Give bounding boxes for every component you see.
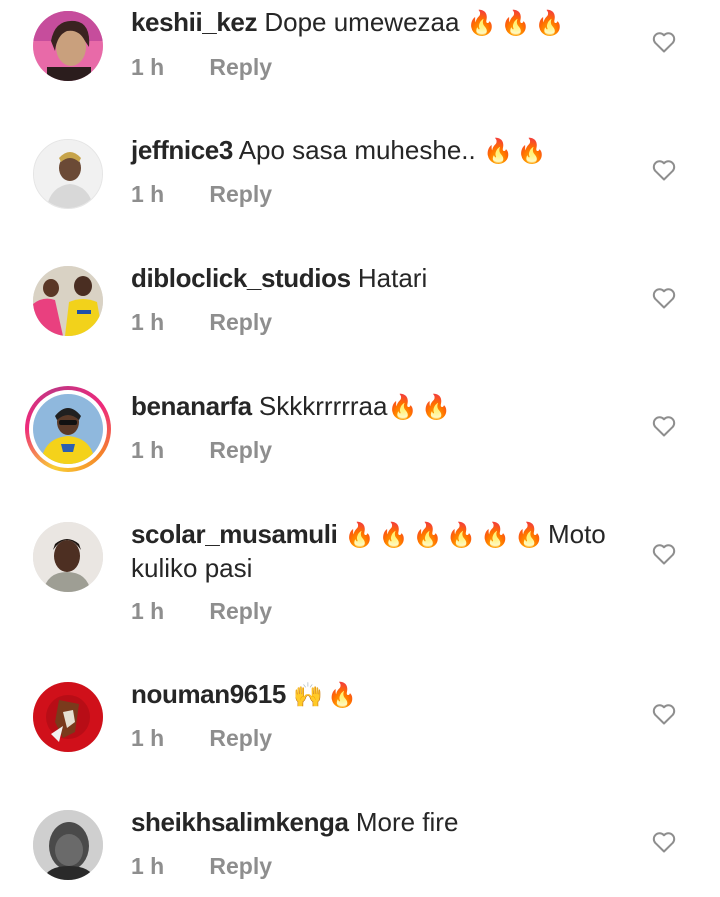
comment-meta: 1 h Reply (131, 181, 272, 208)
reply-button[interactable]: Reply (209, 598, 272, 624)
comment-username[interactable]: sheikhsalimkenga (131, 807, 349, 837)
comment-body: Hatari (357, 263, 428, 293)
fire-emoji: 🔥🔥🔥🔥🔥🔥 (344, 522, 548, 549)
comment-meta: 1 h Reply (131, 437, 272, 464)
comment-username[interactable]: keshii_kez (131, 7, 257, 37)
reply-button[interactable]: Reply (209, 853, 272, 879)
comment-text: nouman9615 🙌🔥 (131, 678, 631, 712)
comment-text: sheikhsalimkenga More fire (131, 806, 631, 838)
avatar[interactable] (33, 11, 103, 81)
comment-text: jeffnice3 Apo sasa muheshe.. 🔥🔥 (131, 134, 631, 168)
comment-text: scolar_musamuli 🔥🔥🔥🔥🔥🔥Moto kuliko pasi (131, 518, 631, 584)
fire-emoji: 🔥🔥 (482, 138, 551, 165)
comment-text: keshii_kez Dope umewezaa 🔥🔥🔥 (131, 6, 631, 40)
comment-time: 1 h (131, 181, 165, 207)
comment-meta: 1 h Reply (131, 598, 272, 625)
comment-body: Skkkrrrrraa (258, 391, 388, 421)
comment-body: Apo sasa muheshe.. (238, 135, 476, 165)
reply-button[interactable]: Reply (209, 54, 272, 80)
reply-button[interactable]: Reply (209, 437, 272, 463)
fire-emoji: 🔥🔥🔥 (466, 10, 569, 37)
heart-icon[interactable] (652, 159, 676, 181)
raised-hands-fire-emoji: 🙌🔥 (293, 682, 361, 709)
comment-body: Dope umewezaa (264, 7, 460, 37)
comment-username[interactable]: benanarfa (131, 391, 252, 421)
comment-time: 1 h (131, 54, 165, 80)
heart-icon[interactable] (652, 415, 676, 437)
comment-time: 1 h (131, 725, 165, 751)
comment-username[interactable]: jeffnice3 (131, 135, 233, 165)
comment-username[interactable]: nouman9615 (131, 679, 286, 709)
story-ring-avatar[interactable] (25, 386, 111, 472)
heart-icon[interactable] (652, 287, 676, 309)
heart-icon[interactable] (652, 31, 676, 53)
comment-username[interactable]: dibloclick_studios (131, 263, 351, 293)
reply-button[interactable]: Reply (209, 309, 272, 335)
avatar[interactable] (33, 139, 103, 209)
heart-icon[interactable] (652, 543, 676, 565)
comment-meta: 1 h Reply (131, 725, 272, 752)
heart-icon[interactable] (652, 831, 676, 853)
avatar[interactable] (33, 682, 103, 752)
comment-time: 1 h (131, 437, 165, 463)
comment-time: 1 h (131, 309, 165, 335)
comment-meta: 1 h Reply (131, 54, 272, 81)
comment-time: 1 h (131, 598, 165, 624)
avatar[interactable] (33, 810, 103, 880)
reply-button[interactable]: Reply (209, 181, 272, 207)
comment-text: benanarfa Skkkrrrrraa🔥🔥 (131, 390, 631, 424)
avatar[interactable] (33, 266, 103, 336)
reply-button[interactable]: Reply (209, 725, 272, 751)
comment-text: dibloclick_studios Hatari (131, 262, 631, 294)
comment-meta: 1 h Reply (131, 309, 272, 336)
comment-time: 1 h (131, 853, 165, 879)
heart-icon[interactable] (652, 703, 676, 725)
fire-emoji: 🔥🔥 (387, 394, 456, 421)
avatar[interactable] (33, 522, 103, 592)
comment-body: More fire (355, 807, 459, 837)
comment-meta: 1 h Reply (131, 853, 272, 880)
comment-username[interactable]: scolar_musamuli (131, 519, 338, 549)
